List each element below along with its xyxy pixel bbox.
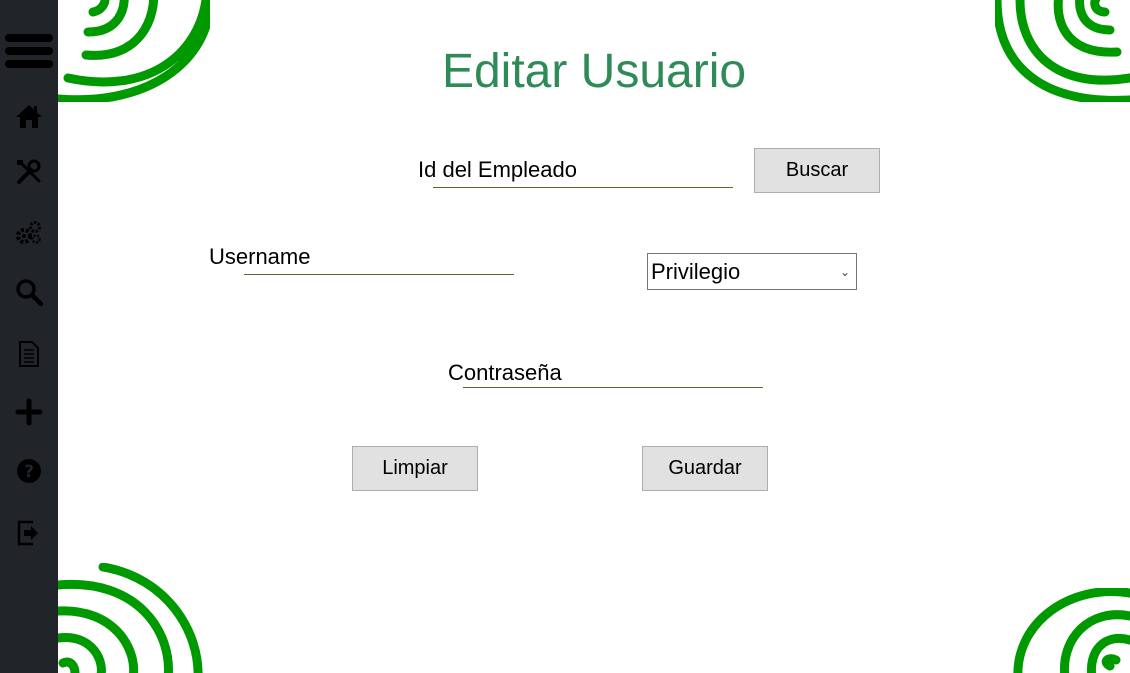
username-input[interactable] [244,250,514,275]
svg-text:?: ? [24,462,34,482]
document-icon[interactable] [0,334,58,374]
privilege-select[interactable]: Privilegio ⌄ [647,253,857,290]
spiral-decoration-bottom-left [58,563,203,673]
privilege-selected-value: Privilegio [651,258,741,284]
home-icon[interactable] [0,96,58,136]
spiral-decoration-bottom-right [1013,588,1130,673]
save-button[interactable]: Guardar [642,446,768,491]
help-icon[interactable]: ? [0,451,58,491]
search-button[interactable]: Buscar [754,148,880,193]
plus-icon[interactable] [0,392,58,432]
clear-button[interactable]: Limpiar [352,446,478,491]
gears-icon[interactable] [0,212,58,252]
password-input[interactable] [463,363,763,388]
sidebar: ? [0,0,58,673]
tools-icon[interactable] [0,152,58,192]
employee-id-input[interactable] [433,163,733,188]
logout-icon[interactable] [0,513,58,553]
chevron-down-icon: ⌄ [839,264,850,279]
search-icon[interactable] [0,272,58,312]
page-title: Editar Usuario [441,45,747,98]
